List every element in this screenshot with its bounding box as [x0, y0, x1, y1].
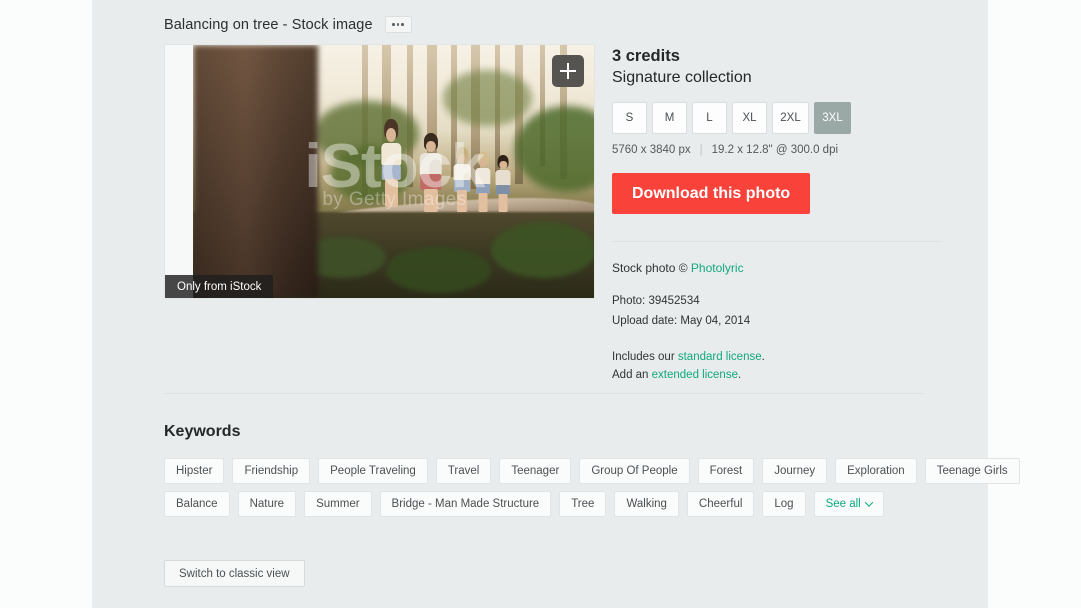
standard-license-suffix: . [761, 350, 765, 363]
chevron-down-icon [864, 498, 873, 507]
extended-license-prefix: Add an [612, 369, 652, 382]
credits-price: 3 credits [612, 47, 680, 65]
dot-icon [392, 23, 395, 26]
dot-icon [401, 23, 404, 26]
photo-person [417, 132, 445, 212]
plus-icon[interactable] [552, 55, 584, 87]
photo-foreground-trunk [193, 45, 318, 298]
keyword-chip[interactable]: Tree [559, 491, 607, 517]
collection-name: Signature collection [612, 68, 752, 86]
keywords-divider [164, 393, 924, 394]
photo-id: Photo: 39452534 [612, 295, 700, 308]
asset-metadata: Photo: 39452534 Upload date: May 04, 201… [612, 292, 942, 332]
keyword-chip[interactable]: Walking [614, 491, 679, 517]
panel-divider [612, 241, 942, 243]
dimensions-separator: | [699, 144, 703, 157]
see-all-label: See all [825, 498, 861, 510]
size-option-xl[interactable]: XL [732, 102, 767, 135]
keyword-chip[interactable]: Nature [237, 491, 297, 517]
size-option-2xl[interactable]: 2XL [772, 102, 809, 135]
download-button[interactable]: Download this photo [612, 173, 811, 215]
keyword-chip[interactable]: Balance [164, 491, 230, 517]
stock-photo[interactable]: iStock by Getty Images [193, 45, 594, 298]
image-frame: iStock by Getty Images Only from iStock [164, 44, 595, 299]
keyword-row: Balance Nature Summer Bridge - Man Made … [164, 491, 954, 517]
standard-license-prefix: Includes our [612, 350, 678, 363]
keyword-chip[interactable]: Hipster [164, 458, 225, 484]
license-info: Includes our standard license. Add an ex… [612, 348, 942, 385]
pixel-dimensions: 5760 x 3840 px [612, 144, 691, 157]
size-option-s[interactable]: S [612, 102, 647, 135]
keyword-chip[interactable]: Journey [762, 458, 828, 484]
keyword-rows: Hipster Friendship People Traveling Trav… [164, 458, 1020, 517]
keyword-chip[interactable]: Friendship [232, 458, 311, 484]
content-area: Balancing on tree - Stock image iStock b… [92, 0, 1020, 608]
keyword-chip[interactable]: Teenage Girls [924, 458, 1020, 484]
contributor-link[interactable]: Photolyric [691, 261, 744, 275]
extended-license-line: Add an extended license. [612, 366, 942, 384]
photo-bush [386, 247, 492, 293]
photo-person [473, 152, 493, 212]
only-from-istock-badge: Only from iStock [165, 275, 274, 298]
extended-license-link[interactable]: extended license [652, 369, 738, 381]
photo-person [451, 146, 473, 212]
size-selector: S M L XL 2XL 3XL [612, 102, 942, 135]
keyword-chip[interactable]: Cheerful [686, 491, 755, 517]
keyword-chip[interactable]: Summer [304, 491, 372, 517]
title-row: Balancing on tree - Stock image [164, 16, 412, 33]
keywords-title: Keywords [164, 423, 241, 440]
photo-person [378, 119, 404, 207]
standard-license-link[interactable]: standard license [678, 351, 762, 363]
dot-icon [396, 23, 400, 26]
keyword-chip[interactable]: Forest [697, 458, 755, 484]
size-option-l[interactable]: L [692, 102, 727, 135]
keyword-chip[interactable]: Log [762, 491, 806, 517]
keyword-row: Hipster Friendship People Traveling Trav… [164, 458, 1020, 484]
keyword-chip[interactable]: Bridge - Man Made Structure [379, 491, 552, 517]
credit-prefix: Stock photo © [612, 261, 691, 276]
standard-license-line: Includes our standard license. [612, 348, 942, 366]
keyword-chip[interactable]: Exploration [835, 458, 917, 484]
keyword-chip[interactable]: People Traveling [318, 458, 428, 484]
more-options-button[interactable] [384, 16, 412, 33]
page-title: Balancing on tree - Stock image [164, 16, 373, 33]
see-all-keywords-button[interactable]: See all [813, 491, 884, 517]
print-dimensions: 19.2 x 12.8" @ 300.0 dpi [711, 144, 839, 157]
purchase-panel: 3 credits Signature collection S M L XL … [612, 46, 942, 385]
switch-to-classic-view-button[interactable]: Switch to classic view [164, 560, 305, 587]
keyword-chip[interactable]: Group Of People [579, 458, 690, 484]
photo-foliage [442, 70, 532, 126]
page-root: Balancing on tree - Stock image iStock b… [0, 0, 1081, 608]
photo-bush [491, 222, 594, 278]
keywords-section: Keywords Hipster Friendship People Trave… [164, 423, 1020, 524]
keyword-chip[interactable]: Teenager [499, 458, 572, 484]
extended-license-suffix: . [737, 369, 742, 382]
contributor-credit: Stock photo © Photolyric [612, 261, 942, 275]
size-option-m[interactable]: M [652, 102, 687, 135]
upload-date: Upload date: May 04, 2014 [612, 315, 751, 328]
size-option-3xl[interactable]: 3XL [814, 102, 851, 135]
dimensions-row: 5760 x 3840 px | 19.2 x 12.8" @ 300.0 dp… [612, 144, 942, 156]
photo-person [493, 155, 513, 212]
keyword-chip[interactable]: Travel [435, 458, 492, 484]
